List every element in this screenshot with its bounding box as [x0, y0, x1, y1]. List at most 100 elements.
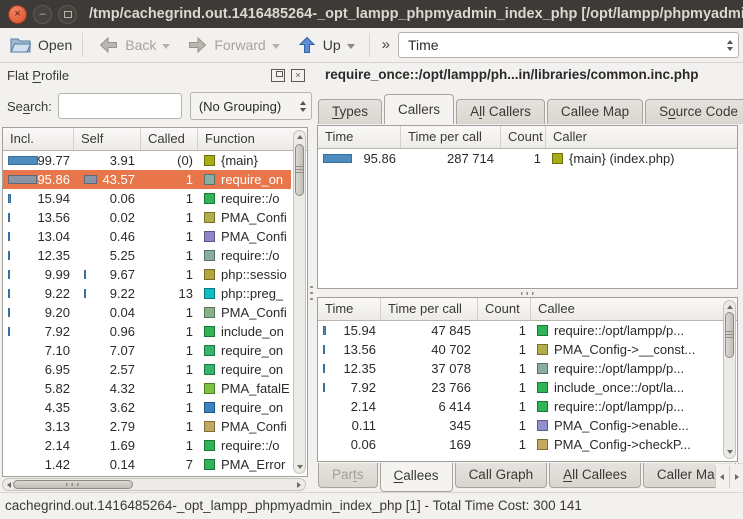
tab-callees[interactable]: Callees: [380, 463, 453, 492]
forward-dropdown-caret[interactable]: [272, 44, 280, 49]
table-row[interactable]: 4.353.621require_on: [3, 398, 291, 417]
function-cell: PMA_R: [198, 474, 291, 476]
column-header-caller[interactable]: Caller: [546, 126, 737, 148]
scroll-down-arrow-icon[interactable]: [727, 450, 733, 454]
table-row[interactable]: 13.040.461PMA_Confi: [3, 227, 291, 246]
table-row[interactable]: 3.132.791PMA_Confi: [3, 417, 291, 436]
column-header-count[interactable]: Count: [501, 126, 546, 148]
scroll-right-arrow-icon[interactable]: [297, 482, 301, 488]
table-row[interactable]: 1.400.922PMA_R: [3, 474, 291, 476]
tab-callers[interactable]: Callers: [384, 94, 454, 124]
table-row[interactable]: 95.8643.571require_on: [3, 170, 291, 189]
column-header-time[interactable]: Time: [318, 126, 401, 148]
grouping-combobox[interactable]: (No Grouping): [190, 92, 312, 120]
column-header-function[interactable]: Function: [198, 128, 307, 150]
table-row[interactable]: 13.5640 7021PMA_Config->__const...: [318, 340, 721, 359]
event-type-combobox[interactable]: Time: [398, 32, 739, 58]
table-row[interactable]: 12.355.251require::/o: [3, 246, 291, 265]
incl: 9.22: [3, 284, 74, 303]
window-maximize-button[interactable]: [58, 5, 77, 24]
tab-all-callees[interactable]: All Callees: [549, 463, 641, 488]
table-row[interactable]: 15.9447 8451require::/opt/lampp/p...: [318, 321, 721, 340]
tab-callee-map[interactable]: Callee Map: [547, 99, 643, 124]
up-button[interactable]: Up: [298, 36, 341, 54]
toolbar-overflow-button[interactable]: »: [382, 36, 390, 53]
table-row[interactable]: 9.229.2213php::preg_: [3, 284, 291, 303]
incl: 2.14: [3, 436, 74, 455]
table-row[interactable]: 13.560.021PMA_Confi: [3, 208, 291, 227]
scrollbar-thumb[interactable]: [725, 312, 734, 358]
column-header-count[interactable]: Count: [478, 298, 531, 320]
column-header-self[interactable]: Self: [74, 128, 141, 150]
table-row[interactable]: 5.824.321PMA_fatalE: [3, 379, 291, 398]
spinner-arrows-icon[interactable]: [727, 33, 733, 57]
open-button[interactable]: Open: [10, 36, 72, 54]
flat-table-horizontal-scrollbar[interactable]: [2, 478, 306, 491]
table-row[interactable]: 7.9223 7661include_once::/opt/la...: [318, 378, 721, 397]
column-header-callee[interactable]: Callee: [531, 298, 737, 320]
table-row[interactable]: 12.3537 0781require::/opt/lampp/p...: [318, 359, 721, 378]
table-row[interactable]: 0.061691PMA_Config->checkP...: [318, 435, 721, 454]
function-color-icon: [537, 439, 548, 450]
incl: 99.77: [3, 151, 74, 170]
column-header-called[interactable]: Called: [141, 128, 198, 150]
self-value: 2.79: [74, 419, 135, 434]
self: 4.32: [74, 379, 141, 398]
scrollbar-thumb[interactable]: [13, 480, 133, 489]
scroll-up-arrow-icon[interactable]: [727, 305, 733, 309]
tab-types[interactable]: Types: [318, 99, 382, 124]
column-header-time[interactable]: Time: [318, 298, 381, 320]
table-row[interactable]: 6.952.571require_on: [3, 360, 291, 379]
tab-scroll-right-button[interactable]: [729, 466, 743, 488]
table-row[interactable]: 7.920.961include_on: [3, 322, 291, 341]
scrollbar-thumb[interactable]: [295, 144, 304, 196]
dock-float-icon[interactable]: [271, 69, 285, 82]
function-color-icon: [204, 288, 215, 299]
window-close-button[interactable]: ×: [8, 5, 27, 24]
time-value: 2.14: [318, 399, 376, 414]
up-dropdown-caret[interactable]: [347, 44, 355, 49]
table-row[interactable]: 9.200.041PMA_Confi: [3, 303, 291, 322]
flat-table-vertical-scrollbar[interactable]: [293, 130, 306, 474]
search-input[interactable]: [58, 93, 182, 119]
tab-scroll-left-button[interactable]: [715, 466, 729, 488]
tab-parts[interactable]: Parts: [318, 463, 378, 488]
column-header-time-per-call[interactable]: Time per call: [401, 126, 501, 148]
self-value: 3.91: [74, 153, 135, 168]
forward-button[interactable]: Forward: [188, 36, 265, 54]
time-per-call: 169: [381, 435, 478, 454]
window-minimize-button[interactable]: –: [33, 5, 52, 24]
scroll-up-arrow-icon[interactable]: [297, 135, 303, 139]
column-header-incl[interactable]: Incl.: [3, 128, 74, 150]
table-splitter-handle[interactable]: [317, 289, 738, 297]
scroll-down-arrow-icon[interactable]: [297, 465, 303, 469]
callees-vertical-scrollbar[interactable]: [723, 300, 736, 459]
column-header-time-per-call[interactable]: Time per call: [381, 298, 478, 320]
incl: 6.95: [3, 360, 74, 379]
back-dropdown-caret[interactable]: [162, 44, 170, 49]
table-row[interactable]: 15.940.061require::/o: [3, 189, 291, 208]
back-button[interactable]: Back: [99, 36, 156, 54]
time-per-call: 6 414: [381, 397, 478, 416]
table-row[interactable]: 0.113451PMA_Config->enable...: [318, 416, 721, 435]
table-row[interactable]: 1.420.147PMA_Error: [3, 455, 291, 474]
panel-splitter-handle[interactable]: [310, 286, 313, 302]
called-value: 1: [141, 172, 193, 187]
table-row[interactable]: 7.107.071require_on: [3, 341, 291, 360]
spinner-arrows-icon[interactable]: [300, 93, 306, 119]
table-row[interactable]: 2.141.691require::/o: [3, 436, 291, 455]
cost-bar-icon: [323, 345, 325, 354]
table-row[interactable]: 2.146 4141require::/opt/lampp/p...: [318, 397, 721, 416]
table-row[interactable]: 99.773.91(0){main}: [3, 151, 291, 170]
function-color-icon: [204, 250, 215, 261]
tab-all-callers[interactable]: All Callers: [456, 99, 545, 124]
dock-close-icon[interactable]: ×: [291, 69, 305, 82]
table-row[interactable]: 9.999.671php::sessio: [3, 265, 291, 284]
incl: 9.20: [3, 303, 74, 322]
tab-source-code[interactable]: Source Code: [645, 99, 743, 124]
tab-call-graph[interactable]: Call Graph: [455, 463, 548, 488]
callee-cell: require::/opt/lampp/p...: [531, 359, 721, 378]
table-row[interactable]: 95.86287 7141{main} (index.php): [318, 149, 737, 168]
scroll-left-arrow-icon[interactable]: [7, 482, 11, 488]
count: 1: [478, 321, 531, 340]
